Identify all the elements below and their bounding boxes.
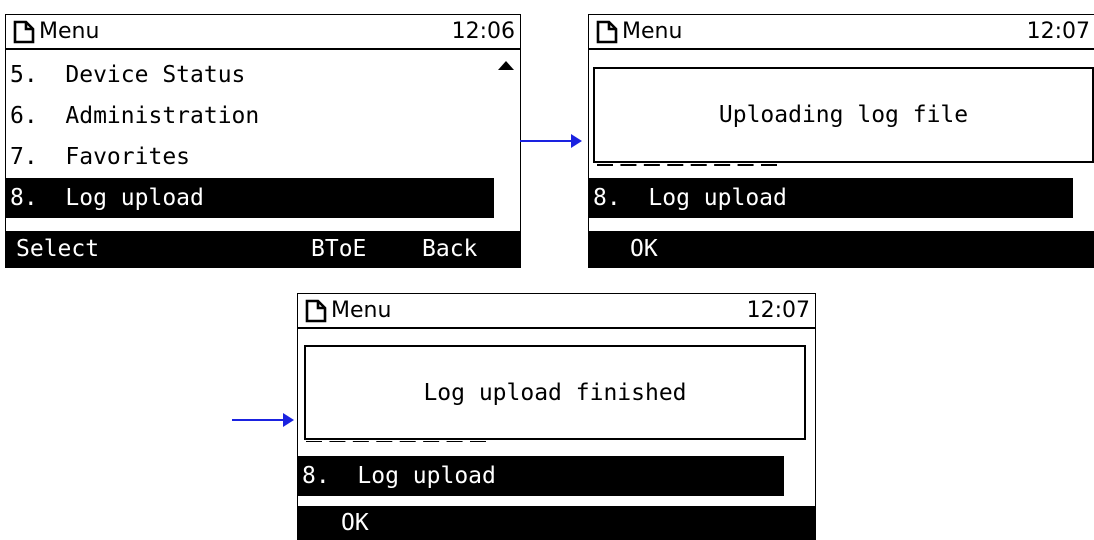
flow-arrow-1 xyxy=(520,134,582,148)
screen-header: Menu 12:06 xyxy=(6,15,520,50)
softkey-ok[interactable]: OK xyxy=(341,506,369,540)
phone-screen-menu: Menu 12:06 5. Device Status 6. Administr… xyxy=(5,14,521,268)
popup-message: Uploading log file xyxy=(718,102,969,128)
scroll-up-arrow-icon[interactable] xyxy=(498,61,514,70)
header-clock: 12:07 xyxy=(746,298,810,323)
softkey-ok[interactable]: OK xyxy=(630,231,658,267)
menu-item-log-upload[interactable]: 8. Log upload xyxy=(589,178,1073,218)
header-clock: 12:06 xyxy=(451,19,515,44)
popup-log-upload-finished: Log upload finished xyxy=(304,345,806,440)
header-clock: 12:07 xyxy=(1026,19,1090,44)
header-title: Menu xyxy=(39,19,100,44)
flow-arrow-2 xyxy=(232,413,294,427)
softkey-back[interactable]: Back xyxy=(422,231,477,267)
softkey-btoe[interactable]: BToE xyxy=(311,231,366,267)
softkey-select[interactable]: Select xyxy=(16,231,99,267)
popup-message: Log upload finished xyxy=(423,379,687,406)
popup-uploading-log-file: Uploading log file xyxy=(593,67,1094,163)
menu-document-icon xyxy=(305,299,327,322)
menu-item-log-upload[interactable]: 8. Log upload xyxy=(298,456,784,496)
header-title: Menu xyxy=(331,298,392,323)
softkey-bar: Select BToE Back xyxy=(6,231,520,267)
menu-document-icon xyxy=(596,20,618,43)
screen-header: Menu 12:07 xyxy=(298,294,815,329)
menu-item-administration[interactable]: 6. Administration xyxy=(6,96,486,136)
menu-item-favorites[interactable]: 7. Favorites xyxy=(6,137,486,177)
header-title: Menu xyxy=(622,19,683,44)
menu-item-log-upload[interactable]: 8. Log upload xyxy=(6,178,494,218)
softkey-bar: OK xyxy=(298,506,815,540)
menu-document-icon xyxy=(13,20,35,43)
menu-item-device-status[interactable]: 5. Device Status xyxy=(6,55,486,95)
screen-header: Menu 12:07 xyxy=(589,15,1094,50)
softkey-bar: OK xyxy=(589,231,1094,267)
